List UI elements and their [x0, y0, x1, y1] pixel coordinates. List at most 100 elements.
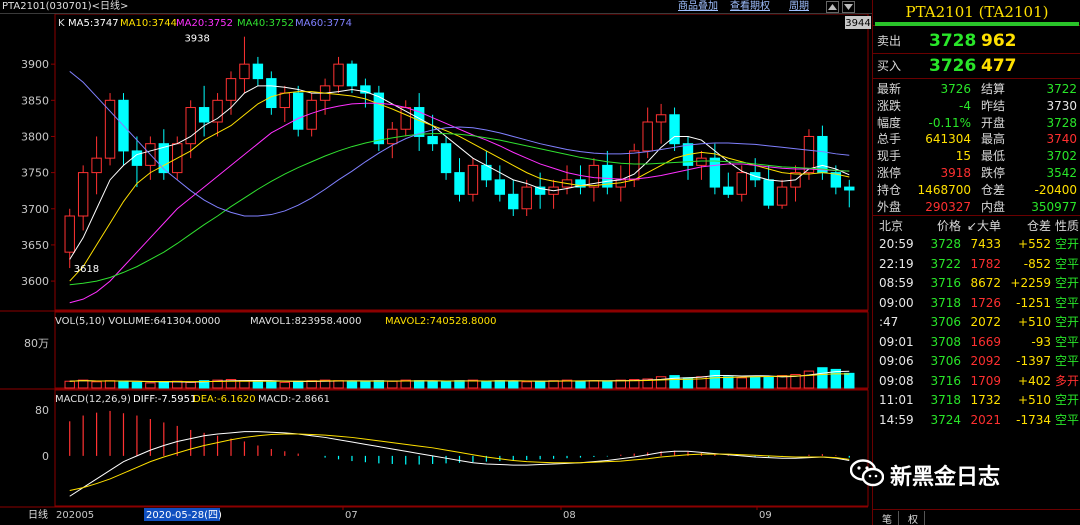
contract-name: PTA2101 (TA2101): [905, 3, 1049, 21]
stat-row: 外盘 290327 内盘 350977: [873, 199, 1080, 215]
view-options-button[interactable]: 查看期权: [730, 0, 770, 14]
tab-trades[interactable]: 笔: [876, 511, 899, 525]
candle-body: [655, 114, 667, 123]
volume-bar: [252, 380, 264, 389]
candle-body: [252, 63, 264, 80]
tick-volume: 7433: [970, 237, 1001, 251]
tick-header: 北京 价格 ↙大单 仓差 性质: [873, 218, 1080, 234]
volume-bar: [427, 380, 438, 389]
macd-tick-label: 0: [42, 450, 49, 463]
ask-price: 3728: [929, 31, 977, 51]
stat-label: 开盘: [981, 115, 1006, 130]
candle-body: [723, 186, 734, 195]
tick-row[interactable]: 14:59 3724 2021 -1734 空平: [873, 412, 1080, 428]
low-marker: 3618: [74, 264, 99, 275]
tick-nature: 空平: [1054, 295, 1079, 310]
volume-bar: [844, 372, 855, 389]
bid-price: 3726: [929, 56, 977, 76]
candle-body: [266, 78, 277, 109]
tick-row[interactable]: :47 3706 2072 +510 空开: [873, 314, 1080, 330]
tick-nature: 空开: [1054, 315, 1079, 329]
stat-row: 总手 641304 最高 3740: [873, 131, 1080, 147]
volume-bar: [360, 381, 371, 389]
high-marker: 3938: [184, 34, 209, 45]
candle-body: [696, 157, 707, 166]
product-overlay-button[interactable]: 商品叠加: [678, 0, 718, 14]
price-tick-label: 3800: [21, 130, 49, 143]
tick-oi-change: +510: [1018, 315, 1051, 329]
candle-body: [333, 63, 344, 87]
candle-body: [239, 63, 250, 80]
candle-body: [467, 164, 479, 195]
period-button[interactable]: 周期: [789, 0, 809, 14]
up-arrow-icon[interactable]: [826, 1, 839, 13]
quote-header: PTA2101 (TA2101): [873, 0, 1080, 26]
ask-row: 卖出 3728 962: [873, 30, 1080, 52]
stat-value: 3726: [940, 82, 971, 96]
volume-bar: [481, 380, 492, 389]
candle-body: [387, 128, 398, 145]
tick-nature: 空平: [1054, 412, 1079, 427]
volume-bar: [534, 380, 546, 389]
tick-row[interactable]: 11:01 3718 1732 +510 空开: [873, 392, 1080, 408]
stat-value: 3722: [1046, 82, 1077, 96]
tick-volume: 2092: [970, 354, 1001, 368]
stat-row: 幅度 -0.11% 开盘 3728: [873, 115, 1080, 131]
tick-oi-change: +2259: [1010, 276, 1051, 290]
tick-row[interactable]: 22:19 3722 1782 -852 空平: [873, 256, 1080, 272]
price-tick-label: 3900: [21, 58, 49, 71]
tick-row[interactable]: 08:59 3716 8672 +2259 空开: [873, 275, 1080, 291]
tick-nature: 空开: [1054, 237, 1079, 251]
ma-legend-4: MA60:3774: [295, 18, 352, 29]
volume-bar: [494, 380, 506, 389]
tick-volume: 1732: [970, 393, 1001, 407]
stat-label: 仓差: [981, 182, 1006, 197]
tick-volume: 1669: [970, 334, 1001, 349]
volume-bar: [279, 381, 290, 389]
tick-row[interactable]: 09:01 3708 1669 -93 空平: [873, 334, 1080, 350]
down-arrow-icon[interactable]: [842, 1, 855, 13]
tick-row[interactable]: 20:59 3728 7433 +552 空开: [873, 236, 1080, 252]
volume-bar: [118, 380, 129, 389]
tick-time: 09:01: [879, 334, 914, 349]
volume-bar: [145, 382, 156, 389]
tick-nature: 空平: [1054, 334, 1079, 349]
tick-time: 22:19: [879, 256, 914, 271]
cursor-date-label: 2020-05-28(四): [146, 510, 222, 521]
candle-body: [508, 193, 519, 210]
tick-row[interactable]: 09:06 3706 2092 -1397 空平: [873, 353, 1080, 369]
tick-oi-change: +402: [1018, 373, 1051, 388]
volume-bar: [64, 380, 75, 389]
quote-header-bar: [875, 22, 1079, 26]
k-label: K: [58, 18, 65, 29]
stat-row: 持仓 1468700 仓差 -20400: [873, 182, 1080, 198]
tick-volume: 1709: [970, 373, 1001, 388]
tick-volume: 8672: [970, 276, 1001, 290]
candle-body: [373, 92, 385, 145]
kline-chart[interactable]: 3900 3850 3800 3750 3700 3650 3600 K MA5:3747 MA1…: [0, 13, 872, 525]
macd-value-label: MACD:-2.8661: [258, 394, 330, 405]
stat-value: 3740: [1046, 132, 1077, 147]
tab-rights[interactable]: 权: [902, 511, 925, 525]
tick-oi-change: -852: [1023, 256, 1051, 271]
volume-bar: [104, 380, 116, 389]
tick-time: 09:00: [879, 295, 914, 310]
volume-bar: [293, 380, 304, 389]
candle-body: [198, 107, 210, 123]
watermark-text: 新黑金日志: [890, 465, 1001, 490]
tick-price: 3728: [930, 237, 961, 251]
divider: [873, 53, 1080, 54]
tick-price: 3716: [930, 276, 961, 290]
tick-row[interactable]: 09:00 3718 1726 -1251 空平: [873, 295, 1080, 311]
chart-canvas[interactable]: 3900 3850 3800 3750 3700 3650 3600 K MA5:3747 MA1…: [0, 13, 872, 525]
volume-bar: [709, 370, 721, 389]
tick-row[interactable]: 09:08 3716 1709 +402 多开: [873, 373, 1080, 389]
candle-body: [440, 143, 452, 174]
tick-nature: 空平: [1054, 354, 1079, 368]
ma-line-ma40: [69, 133, 850, 286]
macd-dea-label: DEA:-6.1620: [193, 394, 256, 405]
mavol2-label: MAVOL2:740528.8000: [385, 316, 496, 327]
price-tick-label: 3750: [21, 167, 49, 180]
macd-tick-label: 80: [35, 404, 49, 417]
volume-bar: [776, 375, 788, 389]
